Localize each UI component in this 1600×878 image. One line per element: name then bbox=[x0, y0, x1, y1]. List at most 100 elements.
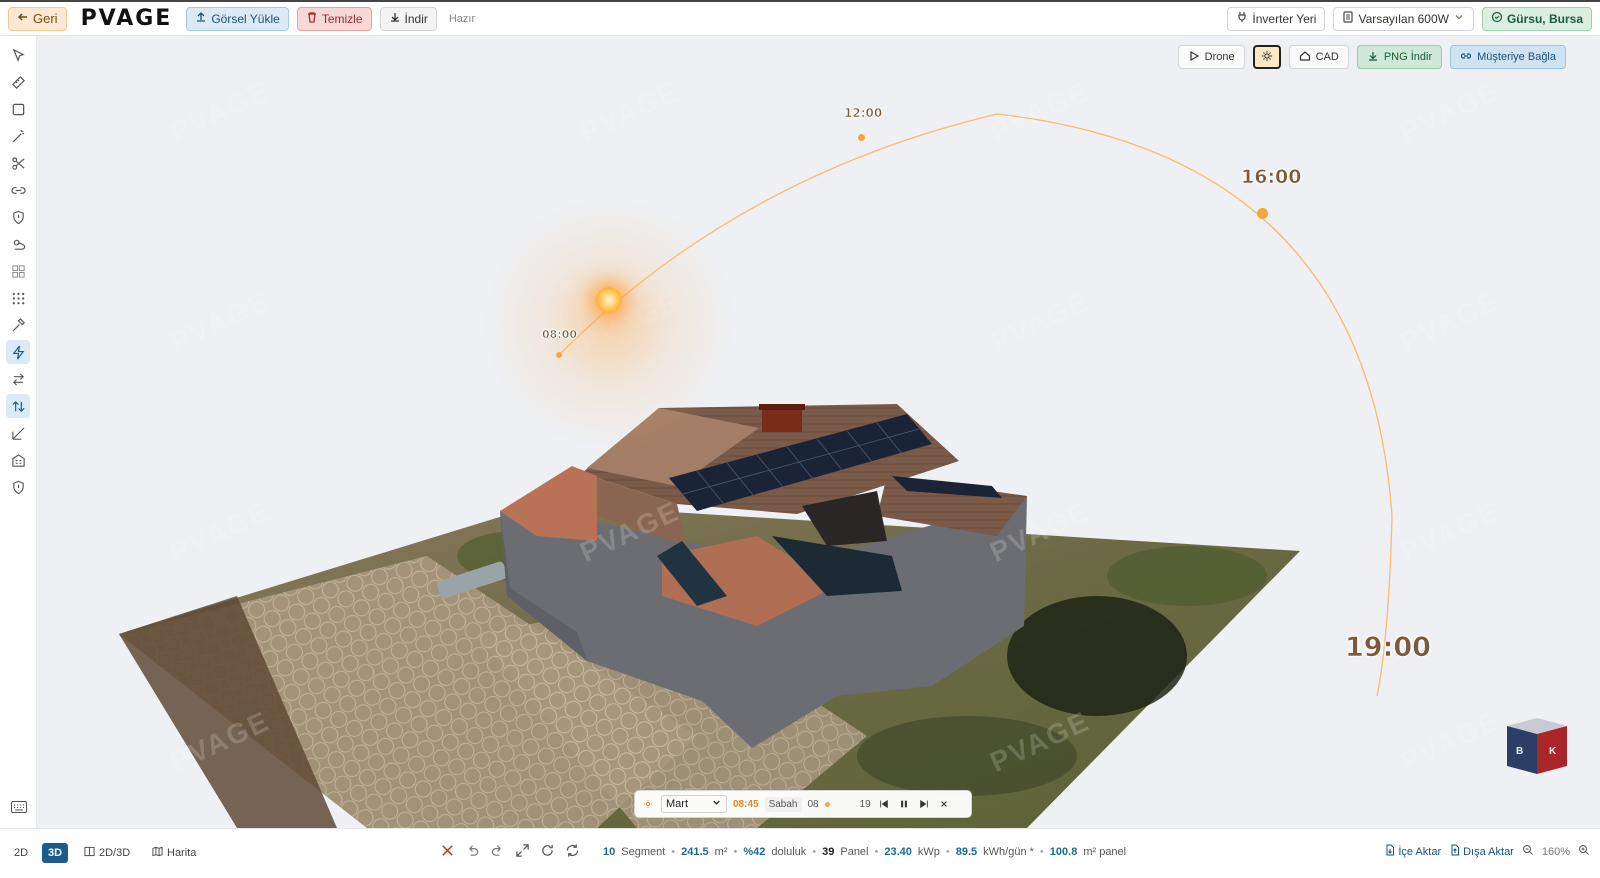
redo-icon[interactable] bbox=[490, 843, 505, 858]
import-button[interactable]: İçe Aktar bbox=[1384, 844, 1441, 859]
file-import-icon bbox=[1384, 844, 1396, 859]
sun-marker-1600 bbox=[1257, 208, 1268, 219]
stat-panels-value: 39 bbox=[822, 846, 835, 858]
export-button[interactable]: Dışa Aktar bbox=[1449, 844, 1514, 859]
split-view-icon bbox=[84, 846, 95, 860]
scissors-icon[interactable] bbox=[6, 151, 30, 175]
stat-kwp-unit: kWp bbox=[917, 846, 940, 858]
location-button[interactable]: Gürsu, Bursa bbox=[1481, 6, 1592, 31]
close-icon[interactable] bbox=[440, 843, 455, 858]
export-label: Dışa Aktar bbox=[1463, 845, 1514, 858]
link-customer-button[interactable]: Müşteriye Bağla bbox=[1450, 45, 1566, 69]
drone-button[interactable]: Drone bbox=[1177, 45, 1245, 69]
hammer-icon[interactable] bbox=[6, 313, 30, 337]
undo-icon[interactable] bbox=[465, 843, 480, 858]
swap-horizontal-icon[interactable] bbox=[6, 367, 30, 391]
rectangle-tool-icon[interactable] bbox=[6, 97, 30, 121]
lightning-icon[interactable] bbox=[6, 340, 30, 364]
stat-panel-area-value: 100.8 bbox=[1049, 846, 1078, 858]
stat-fill-unit: doluluk bbox=[771, 846, 807, 858]
stat-panels-unit: Panel bbox=[840, 846, 869, 858]
back-label: Geri bbox=[33, 11, 58, 26]
mode-2d-button[interactable]: 2D bbox=[8, 843, 34, 863]
clear-button[interactable]: Temizle bbox=[296, 6, 372, 31]
time-slider-thumb[interactable] bbox=[824, 801, 830, 807]
cad-button[interactable]: CAD bbox=[1288, 45, 1349, 69]
download-button[interactable]: İndir bbox=[379, 6, 437, 31]
mode-3d-button[interactable]: 3D bbox=[42, 843, 69, 863]
upload-image-button[interactable]: Görsel Yükle bbox=[186, 6, 289, 31]
grid-icon[interactable] bbox=[6, 259, 30, 283]
map-mode-button[interactable]: Harita bbox=[146, 843, 202, 863]
separator-dot: • bbox=[671, 846, 676, 858]
stat-area-unit: m² bbox=[714, 846, 728, 858]
time-label-1900: 19:00 bbox=[1345, 632, 1432, 664]
month-select[interactable]: Mart bbox=[661, 795, 727, 813]
drone-label: Drone bbox=[1204, 51, 1235, 63]
app-root: Geri PVAGE Görsel Yükle Temizle İndir Ha… bbox=[0, 0, 1600, 878]
3d-viewport[interactable]: PVAGE PVAGE PVAGE PVAGE PVAGE PVAGE PVAG… bbox=[37, 36, 1600, 828]
inverter-location-button[interactable]: İnverter Yeri bbox=[1227, 6, 1326, 31]
slope-icon[interactable] bbox=[6, 421, 30, 445]
location-label: Gürsu, Bursa bbox=[1506, 11, 1583, 26]
back-button[interactable]: Geri bbox=[8, 6, 67, 31]
fullscreen-icon[interactable] bbox=[515, 843, 530, 858]
refresh-icon[interactable] bbox=[565, 843, 580, 858]
time-period: Sabah bbox=[764, 796, 802, 812]
keyboard-icon[interactable] bbox=[11, 801, 27, 813]
panel-icon bbox=[1342, 11, 1354, 26]
cube-face-k: K bbox=[1549, 746, 1557, 757]
link-icon[interactable] bbox=[6, 178, 30, 202]
project-stats: 10 Segment • 241.5 m² • %42 doluluk • 39… bbox=[603, 846, 1126, 858]
sun-marker-0800 bbox=[556, 352, 562, 358]
clear-label: Temizle bbox=[321, 11, 363, 26]
shield-alert-icon[interactable] bbox=[6, 205, 30, 229]
sun-icon[interactable] bbox=[596, 287, 622, 313]
swap-vertical-icon[interactable] bbox=[6, 394, 30, 418]
pause-icon[interactable] bbox=[897, 797, 911, 811]
scene-illustration bbox=[119, 113, 1393, 828]
magic-wand-icon[interactable] bbox=[6, 124, 30, 148]
upload-icon bbox=[195, 11, 207, 26]
sun-glow bbox=[479, 193, 739, 453]
select-tool-icon[interactable] bbox=[6, 43, 30, 67]
time-label-1200: 12:00 bbox=[844, 106, 883, 121]
view-controls: Drone CAD PNG İndir Müşteriye Bağla bbox=[1177, 45, 1566, 69]
stat-segments-unit: Segment bbox=[621, 846, 666, 858]
ruler-tool-icon[interactable] bbox=[6, 70, 30, 94]
sun-toggle-button[interactable] bbox=[1252, 45, 1281, 69]
download-icon bbox=[1367, 50, 1379, 65]
map-icon bbox=[152, 846, 163, 860]
png-download-button[interactable]: PNG İndir bbox=[1356, 45, 1443, 69]
inverter-label: İnverter Yeri bbox=[1252, 11, 1317, 26]
download-label: İndir bbox=[404, 11, 428, 26]
zoom-in-icon[interactable] bbox=[1578, 844, 1590, 859]
close-icon[interactable] bbox=[937, 797, 951, 811]
time-label-1600: 16:00 bbox=[1241, 166, 1302, 189]
shield-info-icon[interactable] bbox=[6, 475, 30, 499]
customer-label: Müşteriye Bağla bbox=[1477, 51, 1556, 63]
zoom-out-icon[interactable] bbox=[1522, 844, 1534, 859]
dots-grid-icon[interactable] bbox=[6, 286, 30, 310]
stat-segments-value: 10 bbox=[603, 846, 616, 858]
skip-back-icon[interactable] bbox=[877, 797, 891, 811]
status-text: Hazır bbox=[448, 12, 476, 25]
mode-2d3d-button[interactable]: 2D/3D bbox=[78, 843, 136, 863]
png-label: PNG İndir bbox=[1383, 51, 1433, 63]
stat-kwp-value: 23.40 bbox=[884, 846, 912, 858]
top-toolbar: Geri PVAGE Görsel Yükle Temizle İndir Ha… bbox=[0, 0, 1600, 36]
download-icon bbox=[389, 11, 401, 26]
panel-type-select[interactable]: Varsayılan 600W bbox=[1333, 6, 1474, 31]
left-toolbar bbox=[0, 36, 37, 828]
rotate-icon[interactable] bbox=[540, 843, 555, 858]
edit-tools bbox=[440, 843, 580, 858]
chevron-down-icon bbox=[711, 797, 722, 811]
sun-time-controls: Mart 08:45 Sabah 08 19 bbox=[634, 790, 972, 818]
navigation-cube[interactable]: B K bbox=[1502, 716, 1572, 776]
separator-dot: • bbox=[874, 846, 879, 858]
building-icon[interactable] bbox=[6, 448, 30, 472]
skip-forward-icon[interactable] bbox=[917, 797, 931, 811]
sun-toggle-icon bbox=[1261, 50, 1273, 65]
weather-icon[interactable] bbox=[6, 232, 30, 256]
stat-fill-value: %42 bbox=[743, 846, 766, 858]
